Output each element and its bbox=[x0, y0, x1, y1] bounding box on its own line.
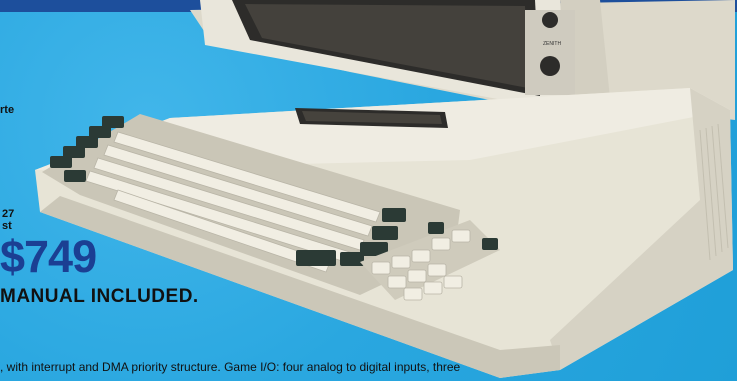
computer-illustration: ZENITH bbox=[35, 0, 735, 378]
spec-text-line: , with interrupt and DMA priority struct… bbox=[0, 360, 461, 374]
price: $749 bbox=[0, 231, 97, 282]
manual-included-text: MANUAL INCLUDED. bbox=[0, 286, 199, 307]
svg-text:ZENITH: ZENITH bbox=[543, 41, 561, 47]
